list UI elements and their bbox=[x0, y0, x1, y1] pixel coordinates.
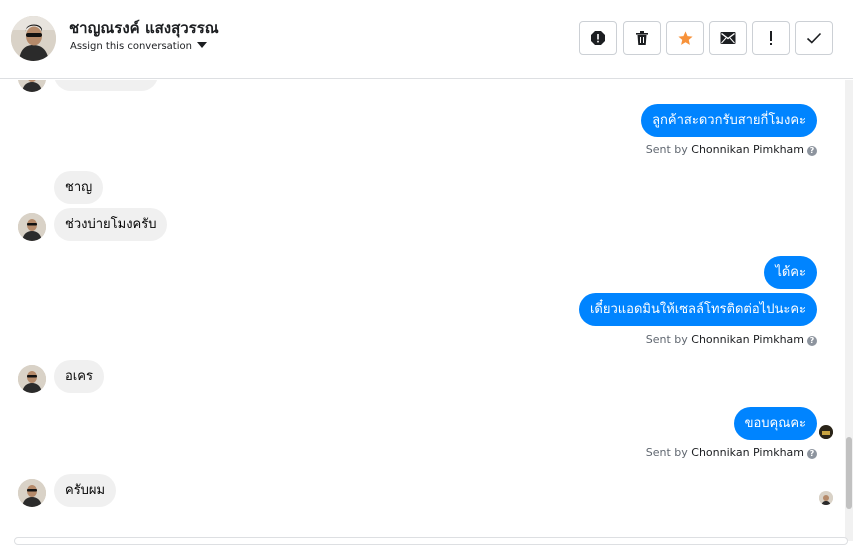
mail-icon bbox=[720, 32, 736, 44]
assign-conversation-dropdown[interactable]: Assign this conversation bbox=[70, 41, 207, 52]
mark-unread-button[interactable] bbox=[709, 21, 747, 55]
conversation-header: ชาญณรงค์ แสงสุวรรณ Assign this conversat… bbox=[0, 0, 853, 79]
check-icon bbox=[806, 32, 822, 44]
mark-done-button[interactable] bbox=[795, 21, 833, 55]
incoming-message-bubble bbox=[54, 80, 158, 91]
contact-seen-avatar bbox=[819, 491, 833, 505]
sent-by-label: Sent by Chonnikan Pimkham? bbox=[646, 143, 817, 156]
sent-by-label: Sent by Chonnikan Pimkham? bbox=[646, 446, 817, 459]
thread-scrollbar[interactable] bbox=[845, 80, 853, 541]
help-icon[interactable]: ? bbox=[807, 146, 817, 156]
sent-by-name: Chonnikan Pimkham bbox=[691, 333, 804, 346]
message-thread[interactable]: ลูกค้าสะดวกรับสายกี่โมงคะ Sent by Chonni… bbox=[0, 80, 853, 541]
help-icon[interactable]: ? bbox=[807, 336, 817, 346]
incoming-message-bubble: ครับผม bbox=[54, 474, 117, 507]
contact-avatar-small bbox=[18, 80, 46, 92]
assign-label: Assign this conversation bbox=[70, 41, 192, 52]
incoming-message-bubble: ช่วงบ่ายโมงครับ bbox=[54, 208, 168, 241]
scrollbar-thumb[interactable] bbox=[846, 437, 852, 509]
contact-name: ชาญณรงค์ แสงสุวรรณ bbox=[69, 19, 219, 37]
exclamation-icon bbox=[770, 31, 772, 45]
outgoing-message-bubble: ได้คะ bbox=[764, 256, 817, 289]
incoming-message-bubble: อเคร bbox=[54, 360, 104, 393]
delete-button[interactable] bbox=[623, 21, 661, 55]
outgoing-message-bubble: ลูกค้าสะดวกรับสายกี่โมงคะ bbox=[641, 104, 817, 137]
report-button[interactable] bbox=[579, 21, 617, 55]
sent-by-name: Chonnikan Pimkham bbox=[691, 143, 804, 156]
trash-icon bbox=[636, 31, 648, 45]
report-icon bbox=[591, 31, 605, 45]
follow-up-button[interactable] bbox=[752, 21, 790, 55]
message-composer[interactable] bbox=[14, 537, 848, 545]
sent-by-prefix: Sent by bbox=[645, 333, 688, 346]
outgoing-message-bubble: ขอบคุณคะ bbox=[733, 407, 817, 440]
contact-avatar-small bbox=[18, 213, 46, 241]
sent-by-prefix: Sent by bbox=[645, 143, 688, 156]
help-icon[interactable]: ? bbox=[807, 449, 817, 459]
contact-avatar-small bbox=[18, 365, 46, 393]
star-icon bbox=[677, 30, 693, 45]
sent-by-prefix: Sent by bbox=[645, 446, 688, 459]
outgoing-message-bubble: เดี๋ยวแอดมินให้เซลล์โทรติดต่อไปนะคะ bbox=[578, 293, 817, 326]
page-seen-avatar bbox=[819, 425, 833, 439]
incoming-message-bubble: ชาญ bbox=[54, 171, 104, 204]
star-button[interactable] bbox=[666, 21, 704, 55]
contact-avatar[interactable] bbox=[11, 16, 56, 61]
sent-by-name: Chonnikan Pimkham bbox=[691, 446, 804, 459]
sent-by-label: Sent by Chonnikan Pimkham? bbox=[646, 333, 817, 346]
contact-avatar-small bbox=[18, 479, 46, 507]
caret-down-icon bbox=[196, 42, 207, 48]
